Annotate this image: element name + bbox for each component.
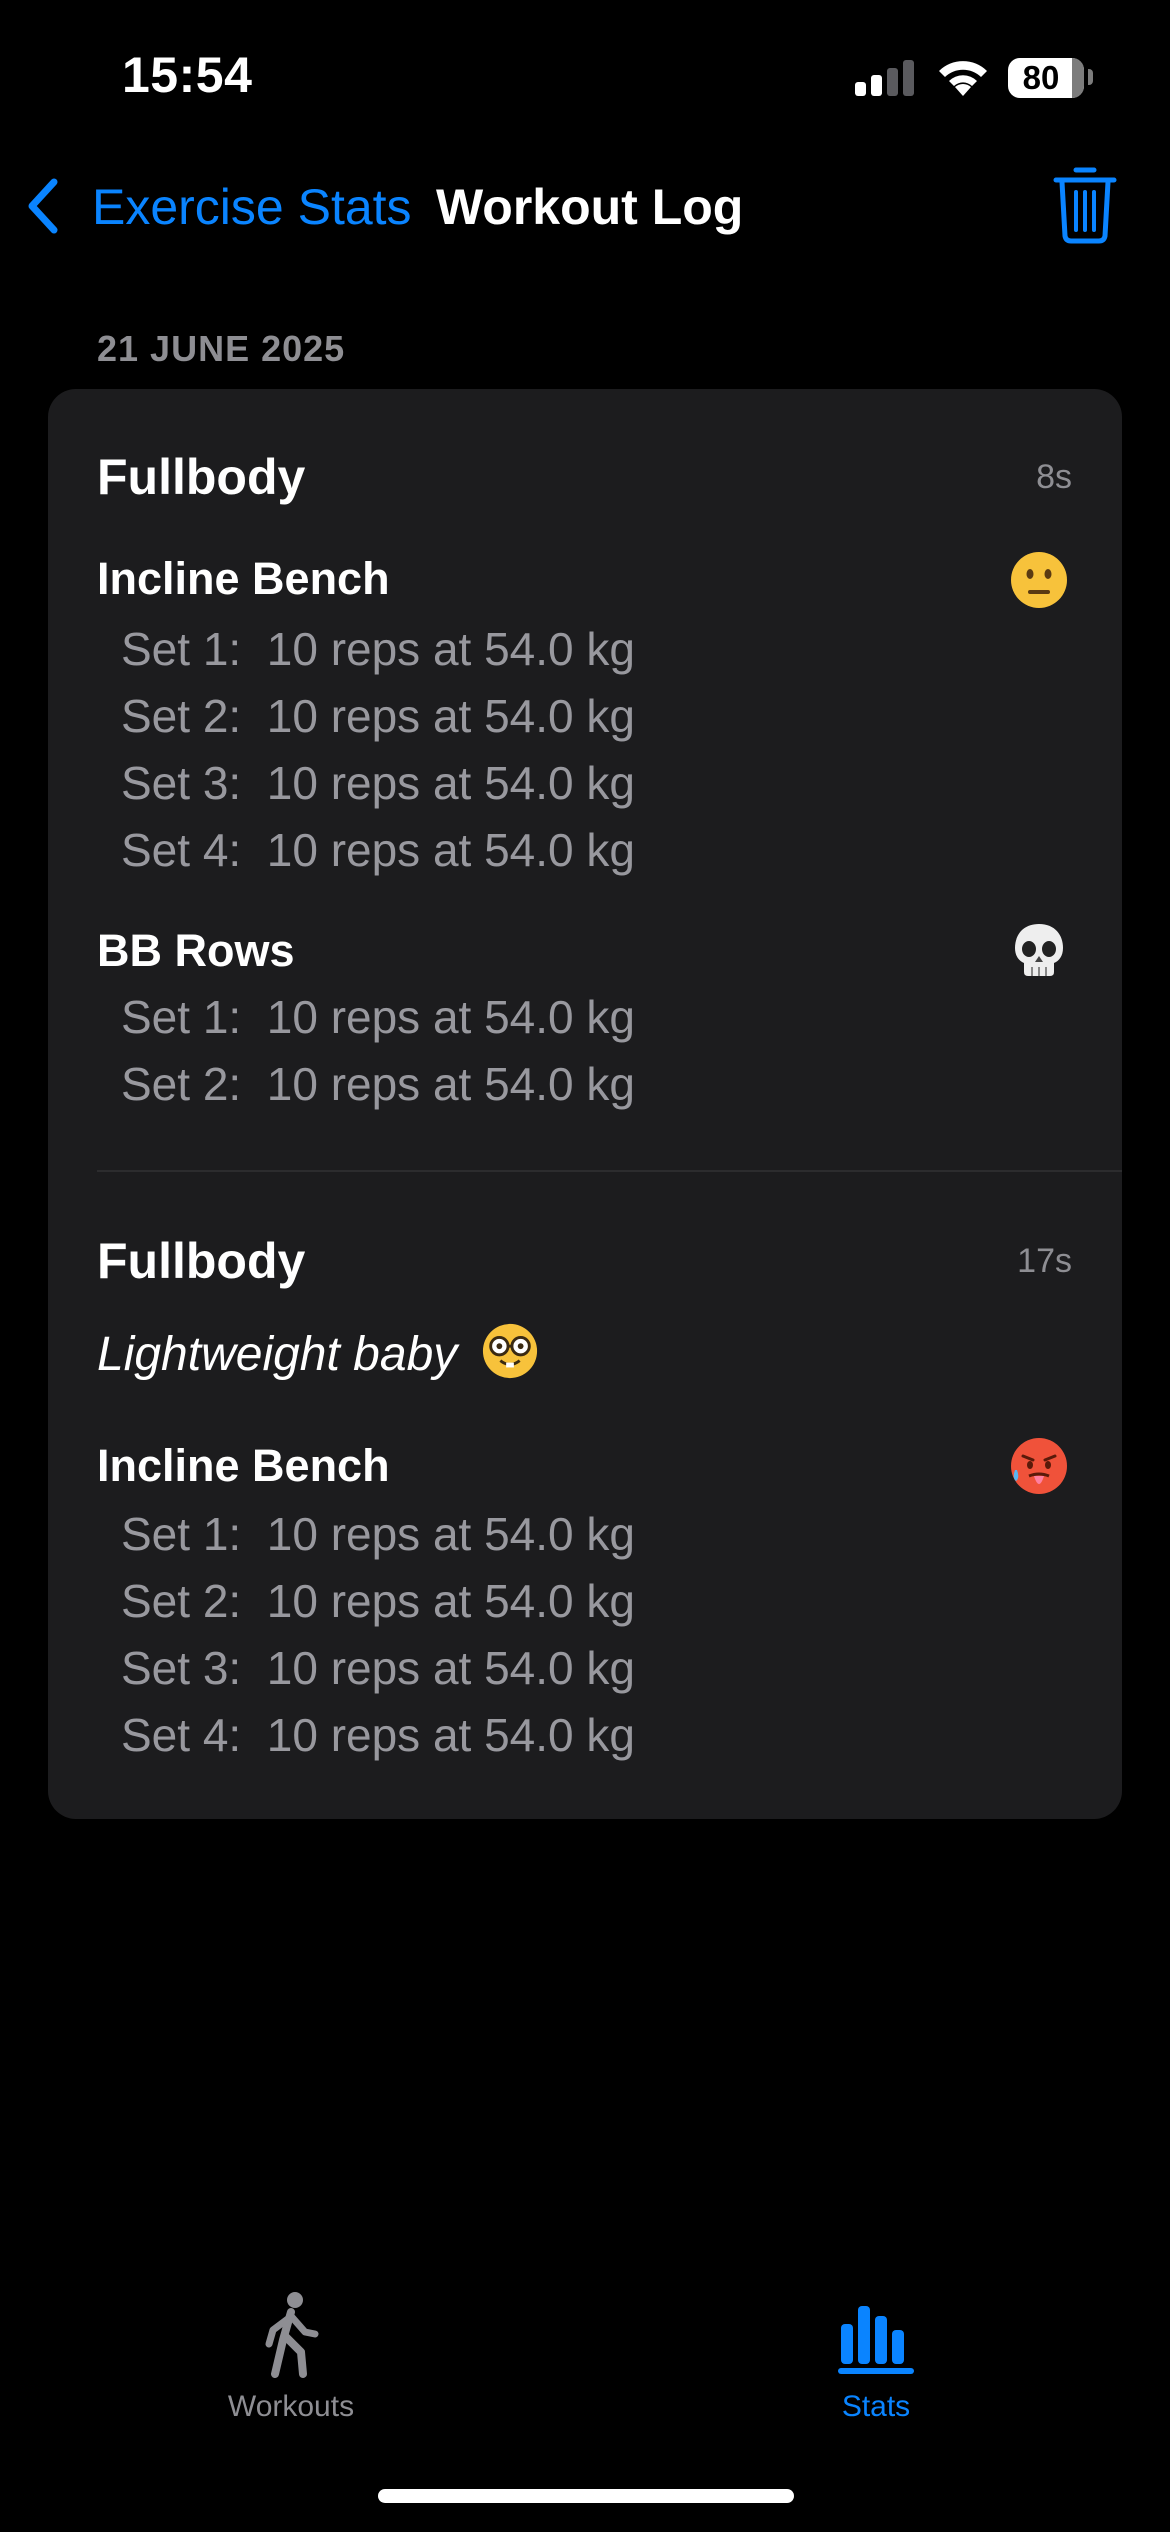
workout-duration: 17s xyxy=(1017,1242,1072,1280)
home-indicator[interactable] xyxy=(378,2489,794,2503)
tab-workouts-label: Workouts xyxy=(227,2390,355,2423)
set-line: Set 1: 10 reps at 54.0 kg xyxy=(121,991,635,1043)
chevron-left-icon[interactable] xyxy=(24,176,64,236)
trash-icon[interactable] xyxy=(1052,164,1118,244)
workout-duration: 8s xyxy=(1036,458,1072,496)
set-line: Set 2: 10 reps at 54.0 kg xyxy=(121,1575,635,1627)
set-line: Set 2: 10 reps at 54.0 kg xyxy=(121,1058,635,1110)
figure-walk-icon xyxy=(265,2292,319,2378)
workout-title[interactable]: Fullbody xyxy=(97,448,305,506)
set-line: Set 3: 10 reps at 54.0 kg xyxy=(121,1642,635,1694)
back-button[interactable]: Exercise Stats xyxy=(92,178,412,236)
workout-log-screen: 15:54 80 Exercise Stats Workout Log 21 J… xyxy=(0,0,1170,2532)
battery-icon: 80 xyxy=(1008,58,1084,98)
set-line: Set 2: 10 reps at 54.0 kg xyxy=(121,690,635,742)
workout-title[interactable]: Fullbody xyxy=(97,1232,305,1290)
set-line: Set 1: 10 reps at 54.0 kg xyxy=(121,1508,635,1560)
nerd-face-icon xyxy=(482,1323,537,1379)
tab-stats[interactable]: Stats xyxy=(756,2290,996,2440)
divider xyxy=(97,1170,1122,1172)
battery-level: 80 xyxy=(1022,59,1060,96)
wifi-icon xyxy=(939,61,987,96)
workout-note-text: Lightweight baby xyxy=(97,1328,458,1381)
exercise-name: Incline Bench xyxy=(97,1440,390,1491)
neutral-face-icon xyxy=(1011,552,1067,608)
set-line: Set 1: 10 reps at 54.0 kg xyxy=(121,623,635,675)
cellular-signal-icon xyxy=(855,60,915,96)
set-line: Set 4: 10 reps at 54.0 kg xyxy=(121,1709,635,1761)
page-title: Workout Log xyxy=(436,179,744,235)
set-line: Set 4: 10 reps at 54.0 kg xyxy=(121,824,635,876)
tab-workouts[interactable]: Workouts xyxy=(171,2290,411,2440)
exercise-name: Incline Bench xyxy=(97,553,390,604)
status-time: 15:54 xyxy=(122,47,253,103)
tab-stats-label: Stats xyxy=(841,2390,911,2423)
section-date-header: 21 JUNE 2025 xyxy=(97,328,346,369)
exercise-name: BB Rows xyxy=(97,925,295,976)
workout-note: Lightweight baby xyxy=(97,1322,539,1382)
set-line: Set 3: 10 reps at 54.0 kg xyxy=(121,757,635,809)
hot-face-icon xyxy=(1011,1438,1067,1494)
bar-chart-icon xyxy=(838,2306,914,2374)
skull-icon xyxy=(1015,924,1063,976)
